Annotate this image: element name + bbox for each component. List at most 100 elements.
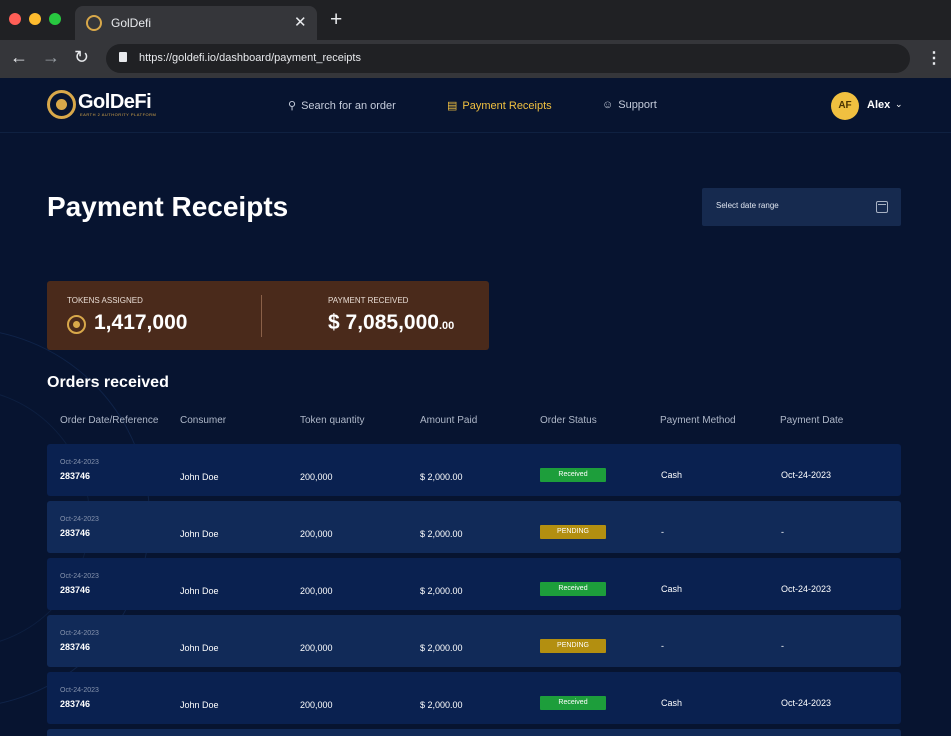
tab-bar: GolDefi ✕ + bbox=[0, 0, 951, 40]
column-header[interactable]: Amount Paid bbox=[420, 415, 477, 426]
order-date: Oct-24-2023 bbox=[60, 573, 99, 580]
table-row-partial[interactable] bbox=[47, 729, 901, 736]
column-header[interactable]: Token quantity bbox=[300, 415, 365, 426]
consumer-name: John Doe bbox=[180, 643, 219, 653]
date-range-placeholder: Select date range bbox=[716, 201, 779, 210]
date-range-picker[interactable]: Select date range bbox=[702, 188, 901, 226]
tab-close-icon[interactable]: ✕ bbox=[294, 13, 307, 31]
nav-search-label: Search for an order bbox=[301, 100, 396, 112]
payment-method: Cash bbox=[661, 698, 683, 708]
nav-payment-receipts[interactable]: ▤ Payment Receipts bbox=[447, 99, 552, 112]
chevron-down-icon[interactable]: ⌄ bbox=[895, 99, 903, 110]
status-badge: PENDING bbox=[540, 525, 606, 539]
tokens-assigned-label: TOKENS ASSIGNED bbox=[67, 296, 143, 305]
logo-tagline: EARTH 2 AUTHORITY PLATFORM bbox=[80, 112, 157, 117]
order-reference: 283746 bbox=[60, 528, 91, 538]
lock-icon bbox=[119, 52, 127, 62]
tokens-assigned-value: 1,417,000 bbox=[94, 311, 188, 334]
order-date: Oct-24-2023 bbox=[60, 459, 99, 466]
amount-paid: $ 2,000.00 bbox=[420, 586, 463, 596]
maximize-window-button[interactable] bbox=[49, 13, 61, 25]
payment-date: Oct-24-2023 bbox=[781, 584, 832, 594]
column-header[interactable]: Order Status bbox=[540, 415, 597, 426]
user-name[interactable]: Alex bbox=[867, 99, 890, 111]
order-date: Oct-24-2023 bbox=[60, 630, 99, 637]
payment-date: - bbox=[781, 641, 784, 651]
coin-icon bbox=[67, 315, 86, 334]
token-quantity: 200,000 bbox=[300, 586, 333, 596]
nav-payment-label: Payment Receipts bbox=[462, 100, 552, 112]
order-date: Oct-24-2023 bbox=[60, 687, 99, 694]
payment-method: - bbox=[661, 641, 664, 651]
page-title: Payment Receipts bbox=[47, 191, 289, 222]
order-reference: 283746 bbox=[60, 585, 91, 595]
browser-chrome: GolDefi ✕ + ← → ↻ https://goldefi.io/das… bbox=[0, 0, 951, 78]
tab-title: GolDefi bbox=[111, 16, 152, 30]
payment-method: - bbox=[661, 527, 664, 537]
consumer-name: John Doe bbox=[180, 586, 219, 596]
payment-method: Cash bbox=[661, 584, 683, 594]
app-header: GolDeFi EARTH 2 AUTHORITY PLATFORM ⚲ Sear… bbox=[0, 78, 951, 133]
url-text: https://goldefi.io/dashboard/payment_rec… bbox=[139, 52, 361, 64]
column-header[interactable]: Consumer bbox=[180, 415, 226, 426]
status-badge: Received bbox=[540, 582, 606, 596]
consumer-name: John Doe bbox=[180, 472, 219, 482]
nav-support[interactable]: ☺ Support bbox=[602, 99, 657, 111]
forward-arrow-icon[interactable]: → bbox=[42, 47, 60, 68]
new-tab-button[interactable]: + bbox=[330, 8, 342, 32]
table-row[interactable]: Oct-24-2023 283746 John Doe 200,000 $ 2,… bbox=[47, 501, 901, 553]
summary-divider bbox=[261, 295, 262, 337]
minimize-window-button[interactable] bbox=[29, 13, 41, 25]
table-row[interactable]: Oct-24-2023 283746 John Doe 200,000 $ 2,… bbox=[47, 444, 901, 496]
amount-paid: $ 2,000.00 bbox=[420, 529, 463, 539]
back-arrow-icon[interactable]: ← bbox=[10, 47, 28, 68]
order-reference: 283746 bbox=[60, 642, 91, 652]
reload-icon[interactable]: ↻ bbox=[74, 47, 89, 68]
consumer-name: John Doe bbox=[180, 700, 219, 710]
orders-section-title: Orders received bbox=[47, 374, 169, 391]
order-date: Oct-24-2023 bbox=[60, 516, 99, 523]
browser-toolbar: ← → ↻ https://goldefi.io/dashboard/payme… bbox=[0, 40, 951, 78]
wallet-icon: ▤ bbox=[447, 100, 458, 112]
logo-icon[interactable] bbox=[47, 90, 76, 119]
token-quantity: 200,000 bbox=[300, 643, 333, 653]
calendar-icon[interactable] bbox=[876, 201, 888, 213]
order-reference: 283746 bbox=[60, 699, 91, 709]
order-reference: 283746 bbox=[60, 471, 91, 481]
payment-date: Oct-24-2023 bbox=[781, 698, 832, 708]
status-badge: Received bbox=[540, 468, 606, 482]
payment-method: Cash bbox=[661, 470, 683, 480]
column-header[interactable]: Payment Method bbox=[660, 415, 736, 426]
browser-menu-icon[interactable]: ⋮ bbox=[926, 48, 942, 68]
close-window-button[interactable] bbox=[9, 13, 21, 25]
search-icon: ⚲ bbox=[288, 100, 297, 112]
payment-received-cents: .00 bbox=[438, 320, 455, 332]
app-container: GolDeFi EARTH 2 AUTHORITY PLATFORM ⚲ Sear… bbox=[0, 78, 951, 736]
amount-paid: $ 2,000.00 bbox=[420, 472, 463, 482]
browser-tab[interactable]: GolDefi ✕ bbox=[75, 6, 317, 40]
status-badge: Received bbox=[540, 696, 606, 710]
token-quantity: 200,000 bbox=[300, 472, 333, 482]
column-header[interactable]: Payment Date bbox=[780, 415, 843, 426]
payment-date: Oct-24-2023 bbox=[781, 470, 832, 480]
token-quantity: 200,000 bbox=[300, 700, 333, 710]
amount-paid: $ 2,000.00 bbox=[420, 643, 463, 653]
address-bar[interactable]: https://goldefi.io/dashboard/payment_rec… bbox=[106, 44, 910, 73]
favicon-icon bbox=[86, 15, 102, 31]
table-row[interactable]: Oct-24-2023 283746 John Doe 200,000 $ 2,… bbox=[47, 672, 901, 724]
amount-paid: $ 2,000.00 bbox=[420, 700, 463, 710]
nav-support-label: Support bbox=[618, 99, 657, 111]
token-quantity: 200,000 bbox=[300, 529, 333, 539]
payment-date: - bbox=[781, 527, 784, 537]
logo-text[interactable]: GolDeFi bbox=[78, 91, 152, 114]
consumer-name: John Doe bbox=[180, 529, 219, 539]
table-row[interactable]: Oct-24-2023 283746 John Doe 200,000 $ 2,… bbox=[47, 558, 901, 610]
table-row[interactable]: Oct-24-2023 283746 John Doe 200,000 $ 2,… bbox=[47, 615, 901, 667]
summary-card: TOKENS ASSIGNED 1,417,000 PAYMENT RECEIV… bbox=[47, 281, 489, 350]
status-badge: PENDING bbox=[540, 639, 606, 653]
nav-search-order[interactable]: ⚲ Search for an order bbox=[288, 99, 396, 112]
user-avatar[interactable]: AF bbox=[831, 92, 859, 120]
payment-received-label: PAYMENT RECEIVED bbox=[328, 296, 409, 305]
column-header[interactable]: Order Date/Reference bbox=[60, 415, 158, 426]
payment-received-amount: $ 7,085,000 bbox=[328, 311, 439, 334]
